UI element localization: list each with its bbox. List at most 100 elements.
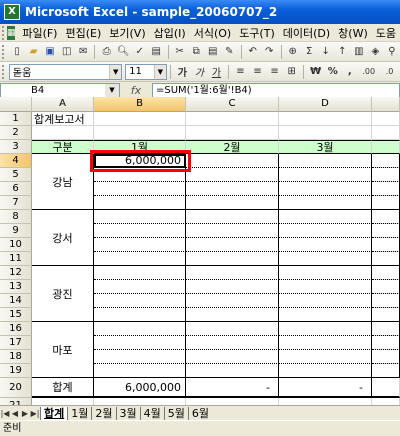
menu-view[interactable]: 보기(V) (105, 25, 149, 41)
data-cell[interactable] (94, 168, 186, 182)
first-sheet-icon[interactable]: |◀ (0, 409, 10, 418)
data-cell[interactable] (186, 238, 279, 252)
row-header-5[interactable]: 5 (0, 168, 32, 182)
tab-sum[interactable]: 합계 (40, 406, 68, 420)
open-icon[interactable]: ▰ (26, 44, 41, 60)
tab-mar[interactable]: 3월 (115, 406, 140, 420)
row-header-8[interactable]: 8 (0, 210, 32, 224)
chevron-down-icon[interactable]: ▼ (153, 64, 166, 79)
data-cell[interactable] (372, 294, 400, 308)
data-cell[interactable] (186, 364, 279, 378)
data-cell[interactable] (372, 252, 400, 266)
menu-window[interactable]: 창(W) (334, 25, 372, 41)
data-cell[interactable] (279, 210, 372, 224)
format-painter-icon[interactable]: ✎ (222, 44, 237, 60)
chevron-down-icon[interactable]: ▼ (105, 83, 119, 97)
region-cell[interactable]: 강남 (32, 154, 94, 210)
column-header-b[interactable]: B (94, 97, 186, 112)
data-cell[interactable] (94, 294, 186, 308)
email-icon[interactable]: ✉ (76, 44, 91, 60)
row-header-12[interactable]: 12 (0, 266, 32, 280)
menu-tools[interactable]: 도구(T) (235, 25, 279, 41)
report-title-cell[interactable]: 합계보고서 (32, 112, 94, 126)
formula-input[interactable]: =SUM('1월:6월'!B4) (152, 82, 400, 98)
row-header-9[interactable]: 9 (0, 224, 32, 238)
menu-file[interactable]: 파일(F) (18, 25, 61, 41)
workbook-menu-icon[interactable]: ▦ (6, 25, 16, 40)
cell-b4[interactable]: 6,000,000 (94, 154, 186, 168)
data-cell[interactable] (279, 308, 372, 322)
cell[interactable] (186, 112, 279, 126)
data-cell[interactable] (186, 336, 279, 350)
cell[interactable] (186, 126, 279, 140)
undo-icon[interactable]: ↶ (245, 44, 260, 60)
cell[interactable] (32, 126, 94, 140)
data-cell[interactable] (372, 168, 400, 182)
data-cell[interactable] (94, 364, 186, 378)
menu-help[interactable]: 도움 (372, 25, 400, 41)
data-cell[interactable] (94, 210, 186, 224)
header-extra[interactable] (372, 140, 400, 154)
chart-wizard-icon[interactable]: ▥ (352, 44, 367, 60)
data-cell[interactable] (94, 182, 186, 196)
data-cell[interactable] (279, 252, 372, 266)
data-cell[interactable] (186, 294, 279, 308)
drawing-icon[interactable]: ◈ (368, 44, 383, 60)
row-header-20[interactable]: 20 (0, 378, 32, 398)
data-cell[interactable] (186, 168, 279, 182)
row-header-14[interactable]: 14 (0, 294, 32, 308)
data-cell[interactable] (279, 266, 372, 280)
row-header-2[interactable]: 2 (0, 126, 32, 140)
data-cell[interactable] (279, 322, 372, 336)
align-left-icon[interactable]: ≡ (233, 64, 248, 80)
permission-icon[interactable]: ◫ (59, 44, 74, 60)
header-mar[interactable]: 3월 (279, 140, 372, 154)
italic-button[interactable]: 가 (192, 64, 207, 80)
align-center-icon[interactable]: ≡ (250, 64, 265, 80)
header-category[interactable]: 구분 (32, 140, 94, 154)
data-cell[interactable] (279, 280, 372, 294)
data-cell[interactable] (279, 336, 372, 350)
row-header-4[interactable]: 4 (0, 154, 32, 168)
cell[interactable] (372, 112, 400, 126)
column-header-e[interactable] (372, 97, 400, 112)
increase-decimal-button[interactable]: .00 (359, 64, 378, 80)
header-jan[interactable]: 1월 (94, 140, 186, 154)
data-cell[interactable] (372, 154, 400, 168)
menu-edit[interactable]: 편집(E) (61, 25, 105, 41)
tab-may[interactable]: 5월 (163, 406, 188, 420)
data-cell[interactable] (94, 266, 186, 280)
row-header-15[interactable]: 15 (0, 308, 32, 322)
data-cell[interactable] (186, 308, 279, 322)
sort-descending-icon[interactable]: ↑ (335, 44, 350, 60)
cell[interactable] (94, 112, 186, 126)
data-cell[interactable] (372, 322, 400, 336)
data-cell[interactable] (186, 350, 279, 364)
data-cell[interactable] (279, 196, 372, 210)
region-cell[interactable]: 마포 (32, 322, 94, 378)
cell[interactable] (186, 398, 279, 405)
row-header-21[interactable]: 21 (0, 398, 32, 405)
data-cell[interactable] (186, 252, 279, 266)
data-cell[interactable] (186, 210, 279, 224)
cell[interactable] (279, 398, 372, 405)
data-cell[interactable] (186, 322, 279, 336)
data-cell[interactable] (186, 154, 279, 168)
zoom-icon[interactable]: ⚲ (385, 44, 400, 60)
total-label[interactable]: 합계 (32, 378, 94, 398)
row-header-17[interactable]: 17 (0, 336, 32, 350)
cell[interactable] (372, 398, 400, 405)
row-header-1[interactable]: 1 (0, 112, 32, 126)
tab-apr[interactable]: 4월 (139, 406, 164, 420)
font-size-select[interactable]: 11 ▼ (125, 63, 167, 80)
autosum-icon[interactable]: Σ (302, 44, 317, 60)
data-cell[interactable] (372, 350, 400, 364)
data-cell[interactable] (94, 350, 186, 364)
data-cell[interactable] (94, 252, 186, 266)
last-sheet-icon[interactable]: ▶| (30, 409, 40, 418)
percent-button[interactable]: % (325, 64, 340, 80)
menu-data[interactable]: 데이터(D) (279, 25, 334, 41)
region-cell[interactable]: 강서 (32, 210, 94, 266)
cell[interactable] (94, 398, 186, 405)
data-cell[interactable] (372, 308, 400, 322)
